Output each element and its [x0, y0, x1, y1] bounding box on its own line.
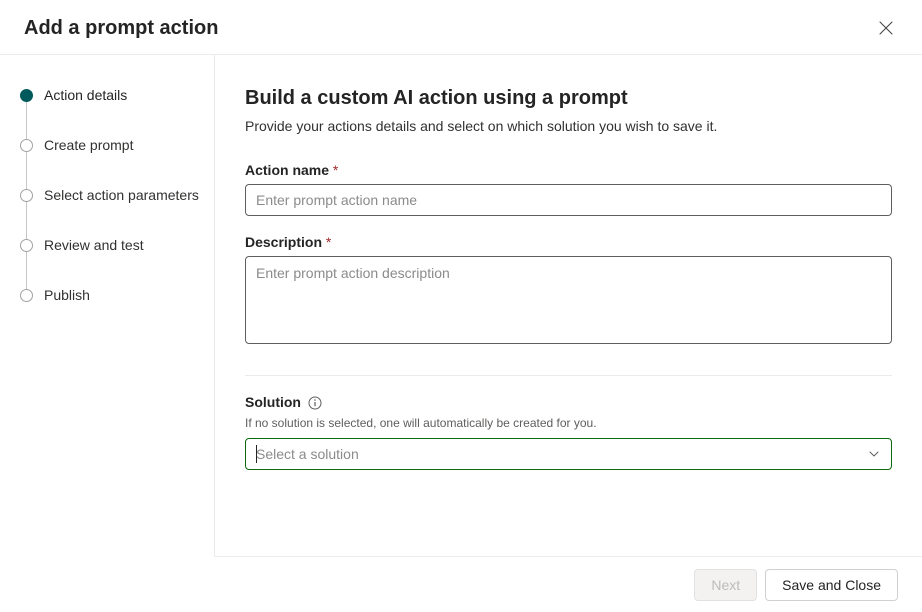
page-subtitle: Provide your actions details and select … [245, 118, 892, 134]
next-button[interactable]: Next [694, 569, 757, 601]
close-icon [878, 20, 894, 36]
step-marker-icon [20, 89, 33, 102]
solution-label: Solution [245, 394, 892, 410]
solution-placeholder: Select a solution [256, 446, 867, 462]
step-marker-icon [20, 239, 33, 252]
main-content: Build a custom AI action using a prompt … [215, 55, 922, 557]
close-button[interactable] [874, 16, 898, 40]
step-label: Review and test [44, 237, 144, 253]
step-label: Create prompt [44, 137, 133, 153]
step-item[interactable]: Action details [20, 87, 214, 137]
step-label: Select action parameters [44, 187, 199, 203]
step-item[interactable]: Create prompt [20, 137, 214, 187]
step-label: Action details [44, 87, 127, 103]
step-marker-icon [20, 289, 33, 302]
required-indicator: * [326, 234, 331, 250]
section-divider [245, 375, 892, 376]
text-cursor [256, 445, 257, 463]
step-marker-icon [20, 139, 33, 152]
step-label: Publish [44, 287, 90, 303]
description-label: Description * [245, 234, 892, 250]
required-indicator: * [333, 162, 338, 178]
save-and-close-button[interactable]: Save and Close [765, 569, 898, 601]
solution-helper: If no solution is selected, one will aut… [245, 416, 892, 430]
steps-sidebar: Action details Create prompt Select action… [0, 55, 215, 557]
chevron-down-icon [867, 447, 881, 461]
description-textarea[interactable] [245, 256, 892, 344]
step-item[interactable]: Select action parameters [20, 187, 214, 237]
info-icon[interactable] [308, 396, 322, 410]
dialog-title: Add a prompt action [24, 17, 218, 40]
step-marker-icon [20, 189, 33, 202]
action-name-label: Action name * [245, 162, 892, 178]
page-title: Build a custom AI action using a prompt [245, 87, 892, 110]
step-item[interactable]: Review and test [20, 237, 214, 287]
step-item[interactable]: Publish [20, 287, 214, 303]
action-name-input[interactable] [245, 184, 892, 216]
solution-select[interactable]: Select a solution [245, 438, 892, 470]
footer: Next Save and Close [215, 556, 922, 612]
